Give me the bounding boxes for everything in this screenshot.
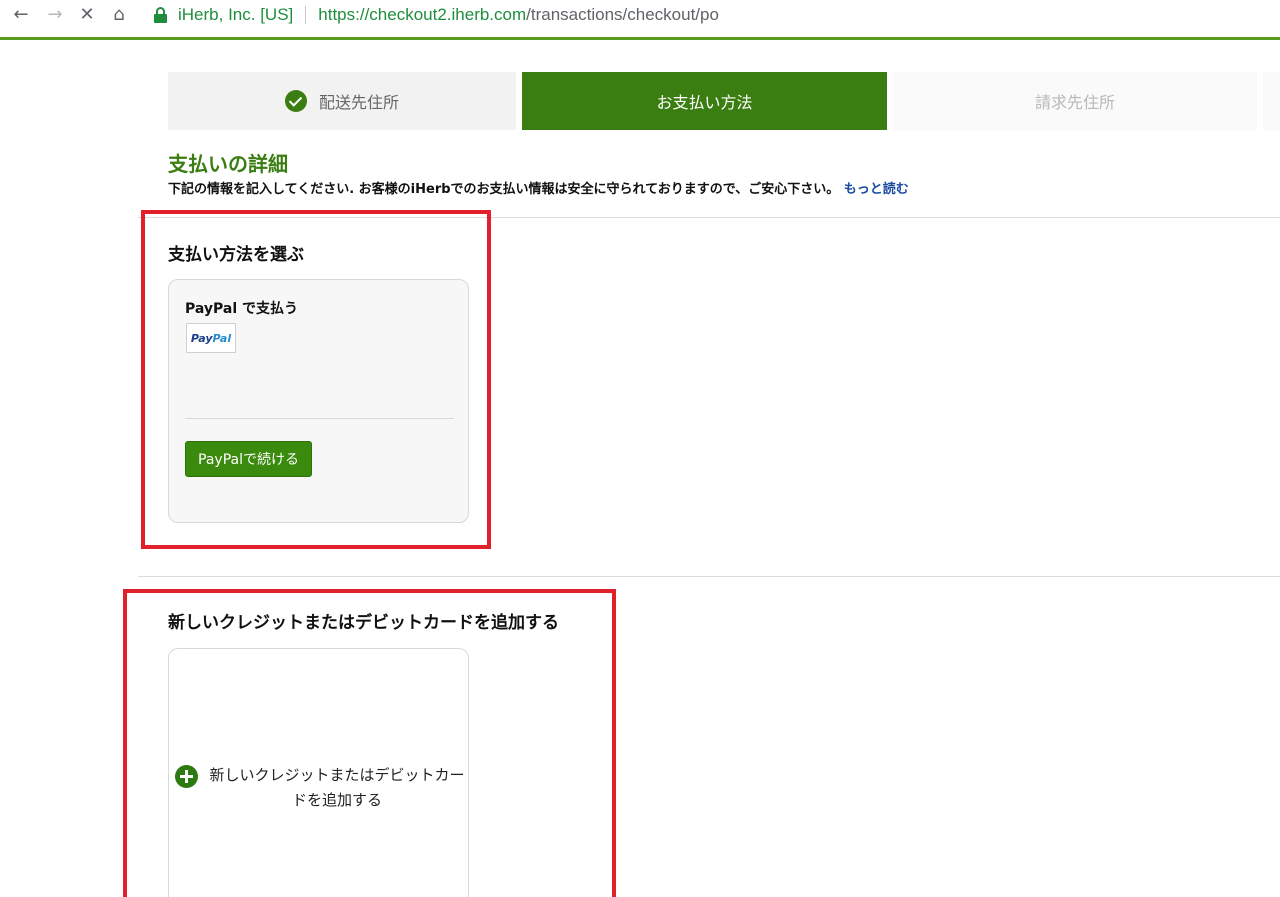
step-label: 配送先住所 <box>318 93 399 112</box>
step-next <box>1263 72 1280 130</box>
step-payment-method: お支払い方法 <box>522 72 887 130</box>
url-path: /transactions/checkout/po <box>526 5 719 24</box>
close-icon[interactable]: ✕ <box>76 4 98 26</box>
home-icon[interactable]: ⌂ <box>108 4 130 26</box>
divider <box>138 576 1280 577</box>
subtitle-text: 下記の情報を記入してください. お客様のiHerbでのお支払い情報は安全に守られ… <box>168 182 840 197</box>
site-identity: iHerb, Inc. [US] <box>178 5 294 24</box>
arrow-left-icon[interactable]: ← <box>10 4 32 26</box>
url-host: https://checkout2.iherb.com <box>318 5 527 24</box>
step-label: お支払い方法 <box>656 93 753 112</box>
browser-toolbar: ← → ✕ ⌂ iHerb, Inc. [US] https://checkou… <box>0 0 1280 38</box>
check-circle-icon <box>284 90 307 112</box>
step-billing-address: 請求先住所 <box>893 72 1257 130</box>
step-shipping-address[interactable]: 配送先住所 <box>168 72 516 130</box>
step-label: 請求先住所 <box>1034 93 1115 112</box>
highlight-box-payment <box>141 210 491 549</box>
page-subtitle: 下記の情報を記入してください. お客様のiHerbでのお支払い情報は安全に守られ… <box>168 178 909 197</box>
loading-bar <box>0 37 1280 40</box>
lock-icon <box>154 7 168 23</box>
address-bar[interactable]: iHerb, Inc. [US] https://checkout2.iherb… <box>140 2 1280 28</box>
checkout-steps: 配送先住所 お支払い方法 請求先住所 <box>168 72 1280 130</box>
address-separator <box>305 6 307 24</box>
arrow-right-icon[interactable]: → <box>44 4 66 26</box>
page-title: 支払いの詳細 <box>168 152 288 176</box>
read-more-link[interactable]: もっと読む <box>844 182 909 197</box>
highlight-box-add-card <box>123 589 616 897</box>
